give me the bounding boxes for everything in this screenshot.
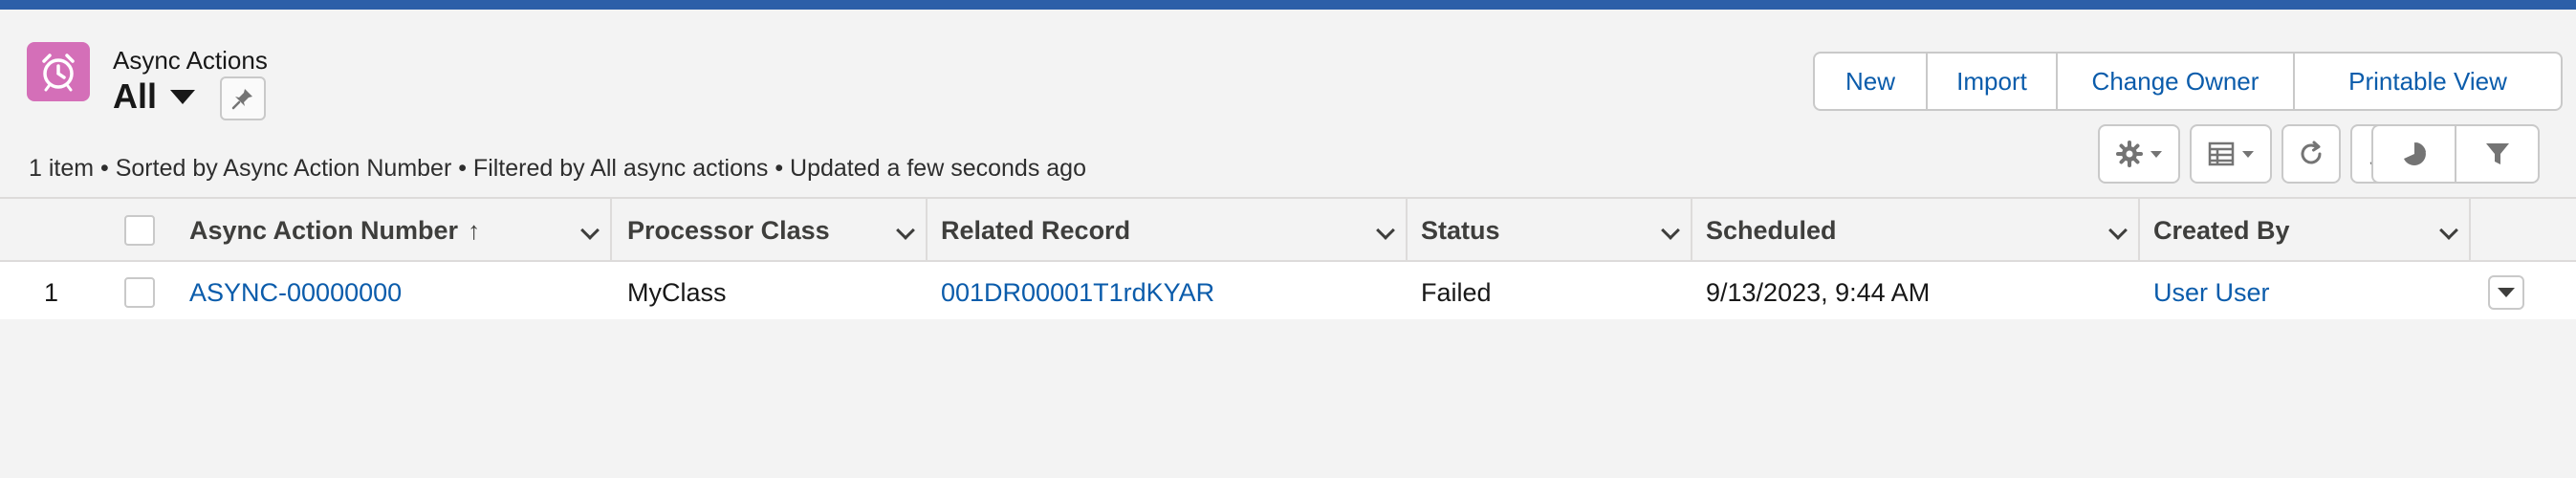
top-brand-strip bbox=[0, 0, 2576, 10]
column-label: Related Record bbox=[941, 215, 1131, 245]
column-divider[interactable] bbox=[2469, 199, 2471, 262]
column-header-processor-class[interactable]: Processor Class bbox=[627, 199, 926, 262]
chevron-down-icon[interactable] bbox=[1376, 221, 1395, 240]
chart-button[interactable] bbox=[2373, 126, 2456, 182]
gear-icon bbox=[2116, 141, 2143, 167]
column-header-scheduled[interactable]: Scheduled bbox=[1706, 199, 2138, 262]
list-actions-group: New Import Change Owner Printable View bbox=[1813, 52, 2563, 111]
column-header-status[interactable]: Status bbox=[1421, 199, 1691, 262]
chevron-down-icon[interactable] bbox=[1661, 221, 1680, 240]
processor-class-cell: MyClass bbox=[627, 277, 727, 307]
column-header-related-record[interactable]: Related Record bbox=[941, 199, 1406, 262]
column-header-created-by[interactable]: Created By bbox=[2153, 199, 2469, 262]
records-table: Async Action Number ↑ Processor Class Re… bbox=[0, 197, 2576, 321]
empty-list-area bbox=[0, 319, 2576, 478]
pie-chart-icon bbox=[2403, 142, 2426, 165]
list-summary: 1 item • Sorted by Async Action Number •… bbox=[29, 155, 1086, 182]
sort-ascending-icon: ↑ bbox=[468, 215, 481, 245]
column-label: Scheduled bbox=[1706, 215, 1837, 245]
scheduled-cell: 9/13/2023, 9:44 AM bbox=[1706, 277, 1931, 307]
select-all-cell bbox=[124, 199, 155, 262]
column-divider[interactable] bbox=[2138, 199, 2140, 262]
async-action-number-link[interactable]: ASYNC-00000000 bbox=[189, 264, 402, 321]
list-view-switcher[interactable]: All bbox=[113, 76, 196, 117]
created-by-link[interactable]: User User bbox=[2153, 264, 2270, 321]
column-label: Status bbox=[1421, 215, 1500, 245]
column-divider[interactable] bbox=[610, 199, 612, 262]
column-divider[interactable] bbox=[1691, 199, 1692, 262]
refresh-icon bbox=[2301, 141, 2322, 164]
row-checkbox[interactable] bbox=[124, 277, 155, 308]
refresh-button[interactable] bbox=[2281, 124, 2341, 184]
list-settings-button[interactable] bbox=[2098, 124, 2180, 184]
column-header-async-action-number[interactable]: Async Action Number ↑ bbox=[189, 199, 610, 262]
chevron-down-icon[interactable] bbox=[2439, 221, 2458, 240]
list-view-header: Async Actions All 1 item • Sorted by Asy… bbox=[0, 10, 2576, 197]
table-header: Async Action Number ↑ Processor Class Re… bbox=[0, 199, 2576, 262]
change-owner-button[interactable]: Change Owner bbox=[2058, 54, 2295, 109]
alarm-clock-icon bbox=[27, 42, 90, 101]
column-label: Async Action Number bbox=[189, 215, 459, 245]
printable-view-button[interactable]: Printable View bbox=[2295, 54, 2561, 109]
import-button[interactable]: Import bbox=[1928, 54, 2058, 109]
table-icon bbox=[2208, 141, 2235, 166]
row-number: 1 bbox=[44, 277, 59, 307]
caret-down-icon[interactable] bbox=[170, 89, 196, 104]
column-label: Processor Class bbox=[627, 215, 830, 245]
chevron-down-icon[interactable] bbox=[2108, 221, 2128, 240]
related-record-link[interactable]: 001DR00001T1rdKYAR bbox=[941, 264, 1214, 321]
row-actions-button[interactable] bbox=[2488, 275, 2524, 310]
pin-icon bbox=[231, 89, 252, 110]
select-all-checkbox[interactable] bbox=[124, 215, 155, 246]
column-divider[interactable] bbox=[1406, 199, 1408, 262]
list-view-name: All bbox=[113, 76, 158, 116]
chevron-down-icon[interactable] bbox=[580, 221, 600, 240]
new-button[interactable]: New bbox=[1815, 54, 1928, 109]
filter-button[interactable] bbox=[2456, 126, 2538, 182]
status-cell: Failed bbox=[1421, 277, 1492, 307]
display-as-button[interactable] bbox=[2190, 124, 2272, 184]
column-label: Created By bbox=[2153, 215, 2290, 245]
chart-filter-group bbox=[2371, 124, 2540, 184]
table-row: 1 ASYNC-00000000 MyClass 001DR00001T1rdK… bbox=[0, 264, 2576, 321]
row-select-cell bbox=[124, 264, 155, 321]
object-label: Async Actions bbox=[113, 46, 268, 75]
filter-icon bbox=[2485, 143, 2509, 164]
caret-down-icon bbox=[2498, 288, 2515, 297]
column-divider[interactable] bbox=[926, 199, 928, 262]
caret-down-icon bbox=[2150, 150, 2162, 158]
caret-down-icon bbox=[2242, 150, 2254, 158]
pin-list-view-button[interactable] bbox=[220, 76, 266, 120]
chevron-down-icon[interactable] bbox=[896, 221, 915, 240]
